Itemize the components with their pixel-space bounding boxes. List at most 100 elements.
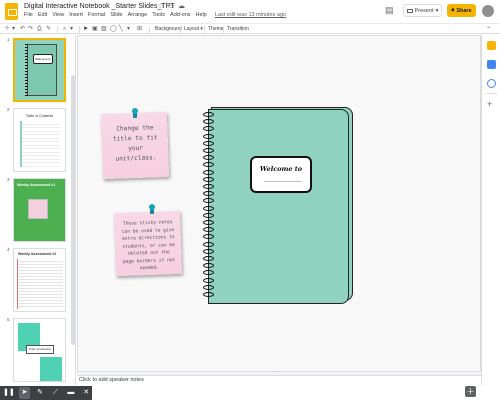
- slide-number: 2: [7, 107, 10, 112]
- comment-add-icon[interactable]: ⊞: [137, 25, 142, 33]
- spiral-ring: [203, 162, 214, 168]
- vocab-block-shape: [40, 357, 62, 381]
- background-button[interactable]: Background: [155, 26, 182, 33]
- image-icon[interactable]: ▨: [101, 25, 107, 33]
- spiral-ring: [203, 112, 214, 117]
- notebook-label-title[interactable]: Welcome to: [252, 165, 310, 173]
- collapse-chevron-icon[interactable]: ⌃: [486, 26, 491, 33]
- sticky-note[interactable]: These sticky notes can be used to give e…: [113, 210, 183, 277]
- spiral-ring: [203, 140, 214, 146]
- sticky-note-text[interactable]: These sticky notes can be used to give e…: [120, 219, 177, 273]
- text-box-icon[interactable]: ▣: [92, 25, 98, 33]
- menu-file[interactable]: File: [24, 12, 33, 20]
- chevron-down-icon[interactable]: ▾: [12, 25, 15, 33]
- tasks-icon[interactable]: [487, 79, 496, 88]
- menu-tools[interactable]: Tools: [152, 12, 165, 20]
- calendar-icon[interactable]: [487, 41, 496, 50]
- thumbnail-label: Welcome to: [33, 54, 53, 64]
- present-button[interactable]: Present ▾: [403, 4, 442, 17]
- add-ons-plus-icon[interactable]: +: [487, 99, 492, 109]
- menu-addons[interactable]: Add-ons: [170, 12, 191, 20]
- share-button[interactable]: 🔒︎ Share: [447, 4, 476, 17]
- thumbnail-heading: Weekly Assessment #2: [18, 252, 57, 256]
- thumbnail-heading: Weekly Assessment #1: [17, 183, 56, 187]
- print-icon[interactable]: ⎙: [37, 25, 42, 33]
- menu-insert[interactable]: Insert: [69, 12, 83, 20]
- slides-logo-icon[interactable]: [5, 3, 18, 20]
- explore-icon[interactable]: ＋: [465, 386, 476, 397]
- slide-thumbnail-3[interactable]: Weekly Assessment #1: [13, 178, 66, 242]
- slide-canvas[interactable]: Change the title to fit your unit/class.…: [77, 35, 481, 372]
- divider: [223, 26, 224, 33]
- close-icon[interactable]: ✕: [81, 387, 92, 399]
- spiral-ring: [203, 212, 214, 218]
- shape-icon[interactable]: ◯: [110, 25, 117, 33]
- spiral-ring: [203, 277, 214, 283]
- spiral-ring: [203, 263, 214, 269]
- sticky-note[interactable]: Change the title to fit your unit/class.: [100, 111, 170, 180]
- menu-view[interactable]: View: [52, 12, 64, 20]
- star-icon[interactable]: ☆: [158, 2, 164, 10]
- menu-bar: File Edit View Insert Format Slide Arran…: [24, 12, 286, 20]
- slide-thumbnail-2[interactable]: Table of Contents: [13, 108, 66, 172]
- document-title[interactable]: Digital Interactive Notebook _Starter Sl…: [24, 3, 175, 10]
- filmstrip-scrollbar[interactable]: [71, 75, 75, 345]
- chevron-down-icon[interactable]: ▾: [127, 25, 130, 33]
- notebook-cover[interactable]: Welcome to _______________: [203, 109, 349, 304]
- slide-thumbnail-5[interactable]: Topic Vocabulary: [13, 318, 66, 382]
- menu-edit[interactable]: Edit: [38, 12, 47, 20]
- pushpin-icon[interactable]: [131, 108, 139, 120]
- select-cursor-icon[interactable]: ➤: [83, 25, 88, 33]
- zoom-icon[interactable]: ⌕: [63, 25, 66, 33]
- keep-icon[interactable]: [487, 60, 496, 69]
- menu-slide[interactable]: Slide: [110, 12, 122, 20]
- pen-icon[interactable]: ✎: [34, 387, 45, 399]
- lined-paper-thumb-shape: [17, 259, 63, 309]
- comment-history-icon[interactable]: ▤: [385, 5, 394, 16]
- thumbnail-label: Topic Vocabulary: [26, 345, 54, 354]
- menu-arrange[interactable]: Arrange: [128, 12, 148, 20]
- paint-format-icon[interactable]: ✎: [46, 25, 51, 33]
- layout-button[interactable]: Layout ▾: [184, 26, 203, 33]
- move-folder-icon[interactable]: ▭: [168, 2, 175, 10]
- divider: [149, 26, 150, 33]
- undo-icon[interactable]: ↶: [20, 25, 25, 33]
- spiral-ring: [203, 256, 214, 261]
- spiral-ring: [203, 234, 214, 240]
- speaker-notes-placeholder[interactable]: Click to add speaker notes: [79, 377, 144, 383]
- chevron-down-icon[interactable]: ▾: [70, 25, 73, 33]
- title-bar: Digital Interactive Notebook _Starter Sl…: [0, 0, 500, 22]
- redo-icon[interactable]: ↷: [28, 25, 33, 33]
- share-label: Share: [456, 7, 472, 14]
- pause-icon[interactable]: ❚❚: [3, 387, 15, 399]
- spiral-ring: [203, 184, 214, 189]
- slide-number: 4: [7, 247, 10, 252]
- notebook-label-blank[interactable]: _______________: [259, 177, 307, 183]
- spiral-binding: [203, 112, 214, 300]
- spiral-ring: [203, 292, 214, 297]
- slide-thumbnail-1[interactable]: Welcome to: [13, 38, 66, 102]
- transition-button[interactable]: Transition: [227, 26, 249, 33]
- theme-button[interactable]: Theme: [208, 26, 224, 33]
- marker-icon[interactable]: ⟋: [50, 387, 61, 399]
- divider: [486, 93, 497, 94]
- spiral-ring: [203, 169, 214, 175]
- menu-format[interactable]: Format: [88, 12, 105, 20]
- speaker-notes[interactable]: Click to add speaker notes: [77, 375, 481, 385]
- present-label: Present: [414, 7, 434, 14]
- spiral-ring: [203, 220, 214, 225]
- pushpin-icon[interactable]: [148, 204, 156, 216]
- pointer-icon[interactable]: ➤: [18, 387, 31, 399]
- eraser-icon[interactable]: ▬: [65, 387, 76, 399]
- slide-thumbnail-4[interactable]: Weekly Assessment #2: [13, 248, 66, 312]
- line-icon[interactable]: ╲: [119, 25, 123, 33]
- sticky-note-text[interactable]: Change the title to fit your unit/class.: [107, 123, 163, 165]
- slide-number: 1: [7, 37, 10, 42]
- avatar[interactable]: [482, 5, 494, 17]
- menu-help[interactable]: Help: [196, 12, 207, 20]
- spiral-ring: [203, 148, 214, 153]
- new-slide-icon[interactable]: ＋: [4, 25, 10, 33]
- divider: [180, 26, 181, 33]
- last-edit-link[interactable]: Last edit was 13 minutes ago: [215, 12, 286, 20]
- notebook-label[interactable]: Welcome to _______________: [250, 156, 312, 193]
